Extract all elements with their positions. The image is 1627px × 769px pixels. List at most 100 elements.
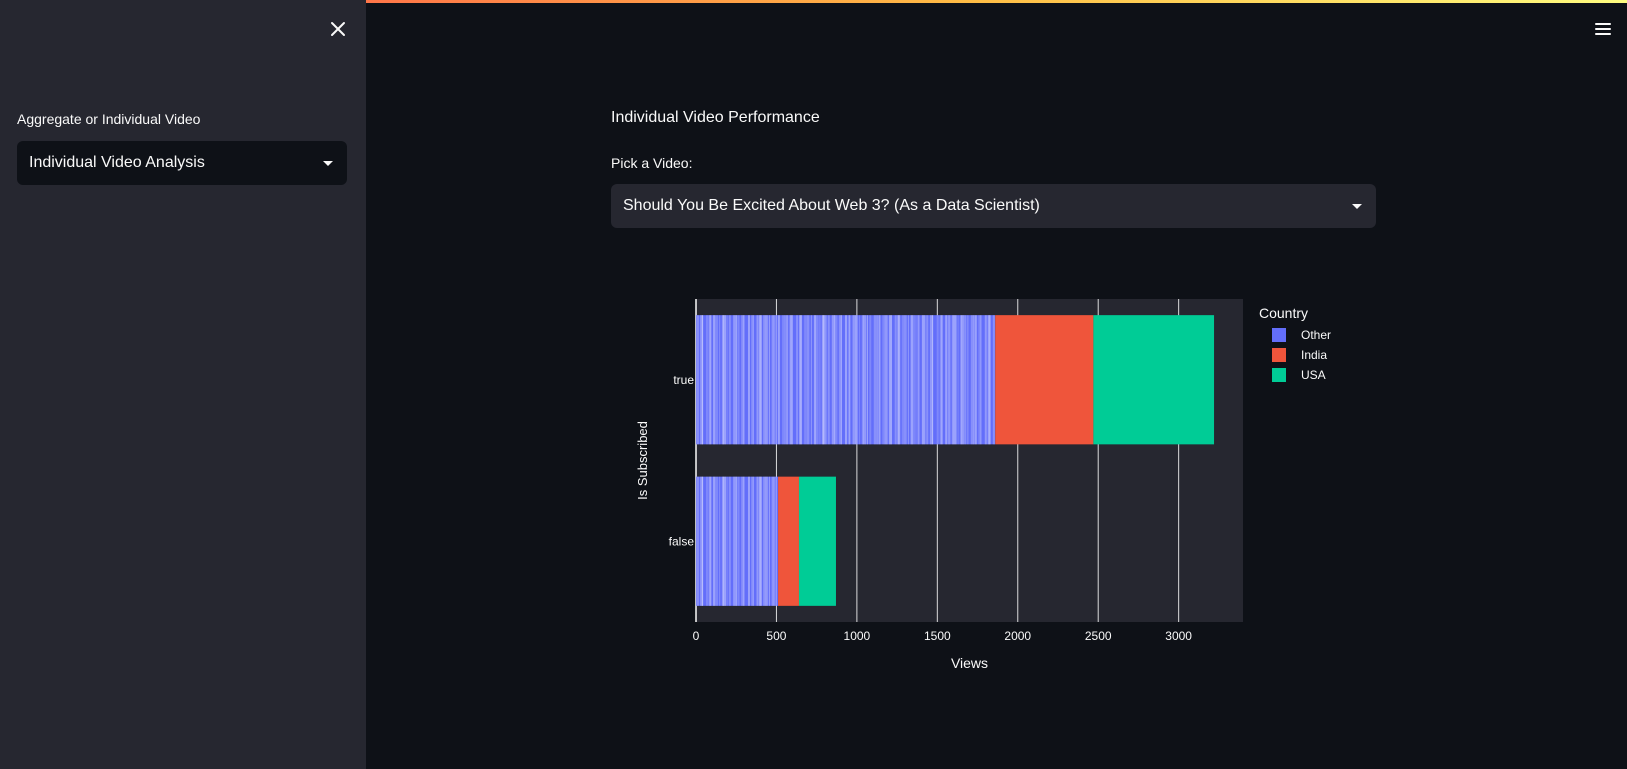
segment-divider bbox=[723, 315, 727, 445]
segment-divider bbox=[992, 315, 995, 445]
segment-divider bbox=[701, 476, 703, 606]
video-select[interactable]: Should You Be Excited About Web 3? (As a… bbox=[611, 184, 1376, 228]
segment-divider bbox=[714, 476, 718, 606]
x-axis-label: Views bbox=[951, 655, 988, 671]
segment-divider bbox=[924, 315, 926, 445]
segment-divider bbox=[921, 315, 925, 445]
y-tick-label: false bbox=[669, 534, 695, 548]
segment-divider bbox=[926, 315, 929, 445]
close-sidebar-button[interactable] bbox=[325, 16, 351, 42]
segment-divider bbox=[786, 315, 789, 445]
segment-divider bbox=[709, 315, 711, 445]
analysis-mode-value: Individual Video Analysis bbox=[29, 154, 205, 171]
segment-divider bbox=[736, 315, 738, 445]
hamburger-menu-icon bbox=[1595, 23, 1611, 25]
segment-divider bbox=[747, 315, 750, 445]
segment-divider bbox=[728, 315, 731, 445]
segment-divider bbox=[827, 315, 830, 445]
segment-divider bbox=[941, 315, 943, 445]
segment-divider bbox=[863, 315, 867, 445]
segment-divider bbox=[957, 315, 959, 445]
segment-divider bbox=[713, 476, 716, 606]
bar-india-false bbox=[778, 476, 799, 606]
y-axis-label: Is Subscribed bbox=[635, 421, 650, 500]
segment-divider bbox=[800, 315, 802, 445]
segment-divider bbox=[752, 315, 754, 445]
analysis-mode-select[interactable]: Individual Video Analysis bbox=[17, 141, 347, 185]
legend-title: Country bbox=[1259, 305, 1308, 321]
segment-divider bbox=[854, 315, 858, 445]
segment-divider bbox=[772, 476, 776, 606]
segment-divider bbox=[901, 315, 904, 445]
segment-divider bbox=[858, 315, 860, 445]
chevron-down-icon bbox=[1352, 204, 1362, 209]
page-title: Individual Video Performance bbox=[611, 109, 820, 126]
segment-divider bbox=[764, 315, 768, 445]
close-icon bbox=[331, 22, 345, 36]
segment-divider bbox=[764, 476, 768, 606]
segment-divider bbox=[759, 315, 761, 445]
segment-divider bbox=[696, 315, 699, 445]
segment-divider bbox=[719, 315, 721, 445]
segment-divider bbox=[709, 476, 711, 606]
segment-divider bbox=[756, 476, 759, 606]
segment-divider bbox=[907, 315, 909, 445]
segment-divider bbox=[819, 315, 821, 445]
pick-video-label: Pick a Video: bbox=[611, 155, 693, 171]
segment-divider bbox=[719, 476, 721, 606]
segment-divider bbox=[705, 315, 708, 445]
segment-divider bbox=[980, 315, 982, 445]
x-tick-label: 1000 bbox=[844, 629, 871, 643]
segment-divider bbox=[911, 315, 915, 445]
video-select-value: Should You Be Excited About Web 3? (As a… bbox=[623, 197, 1040, 214]
segment-divider bbox=[834, 315, 836, 445]
segment-divider bbox=[951, 315, 954, 445]
x-tick-label: 0 bbox=[693, 629, 700, 643]
segment-divider bbox=[743, 476, 745, 606]
segment-divider bbox=[713, 315, 716, 445]
segment-divider bbox=[945, 315, 948, 445]
segment-divider bbox=[890, 315, 892, 445]
segment-divider bbox=[884, 315, 886, 445]
analysis-mode-label: Aggregate or Individual Video bbox=[17, 111, 201, 127]
x-tick-label: 500 bbox=[766, 629, 786, 643]
segment-divider bbox=[775, 476, 777, 606]
segment-divider bbox=[701, 315, 703, 445]
legend-label-usa[interactable]: USA bbox=[1301, 368, 1326, 382]
segment-divider bbox=[961, 315, 965, 445]
segment-divider bbox=[737, 315, 740, 445]
segment-divider bbox=[768, 476, 770, 606]
segment-divider bbox=[737, 476, 740, 606]
segment-divider bbox=[822, 315, 826, 445]
segment-divider bbox=[898, 315, 900, 445]
segment-divider bbox=[876, 315, 878, 445]
x-tick-label: 2500 bbox=[1085, 629, 1112, 643]
main-menu-button[interactable] bbox=[1590, 16, 1616, 42]
segment-divider bbox=[973, 315, 975, 445]
segment-divider bbox=[728, 476, 731, 606]
segment-divider bbox=[915, 315, 917, 445]
segment-divider bbox=[696, 315, 697, 445]
segment-divider bbox=[696, 476, 697, 606]
segment-divider bbox=[733, 476, 737, 606]
segment-divider bbox=[796, 315, 799, 445]
segment-divider bbox=[791, 315, 793, 445]
segment-divider bbox=[772, 315, 776, 445]
legend-label-other[interactable]: Other bbox=[1301, 328, 1331, 342]
segment-divider bbox=[825, 315, 827, 445]
segment-divider bbox=[768, 315, 770, 445]
segment-divider bbox=[984, 315, 987, 445]
legend-label-india[interactable]: India bbox=[1301, 348, 1327, 362]
segment-divider bbox=[848, 315, 850, 445]
segment-divider bbox=[747, 476, 750, 606]
legend-swatch-india bbox=[1272, 348, 1286, 362]
legend-swatch-other bbox=[1272, 328, 1286, 342]
segment-divider bbox=[714, 315, 718, 445]
bar-india-true bbox=[995, 315, 1094, 445]
segment-divider bbox=[815, 315, 819, 445]
segment-divider bbox=[869, 315, 872, 445]
segment-divider bbox=[775, 315, 777, 445]
segment-divider bbox=[873, 315, 877, 445]
segment-divider bbox=[867, 315, 869, 445]
segment-divider bbox=[989, 315, 991, 445]
